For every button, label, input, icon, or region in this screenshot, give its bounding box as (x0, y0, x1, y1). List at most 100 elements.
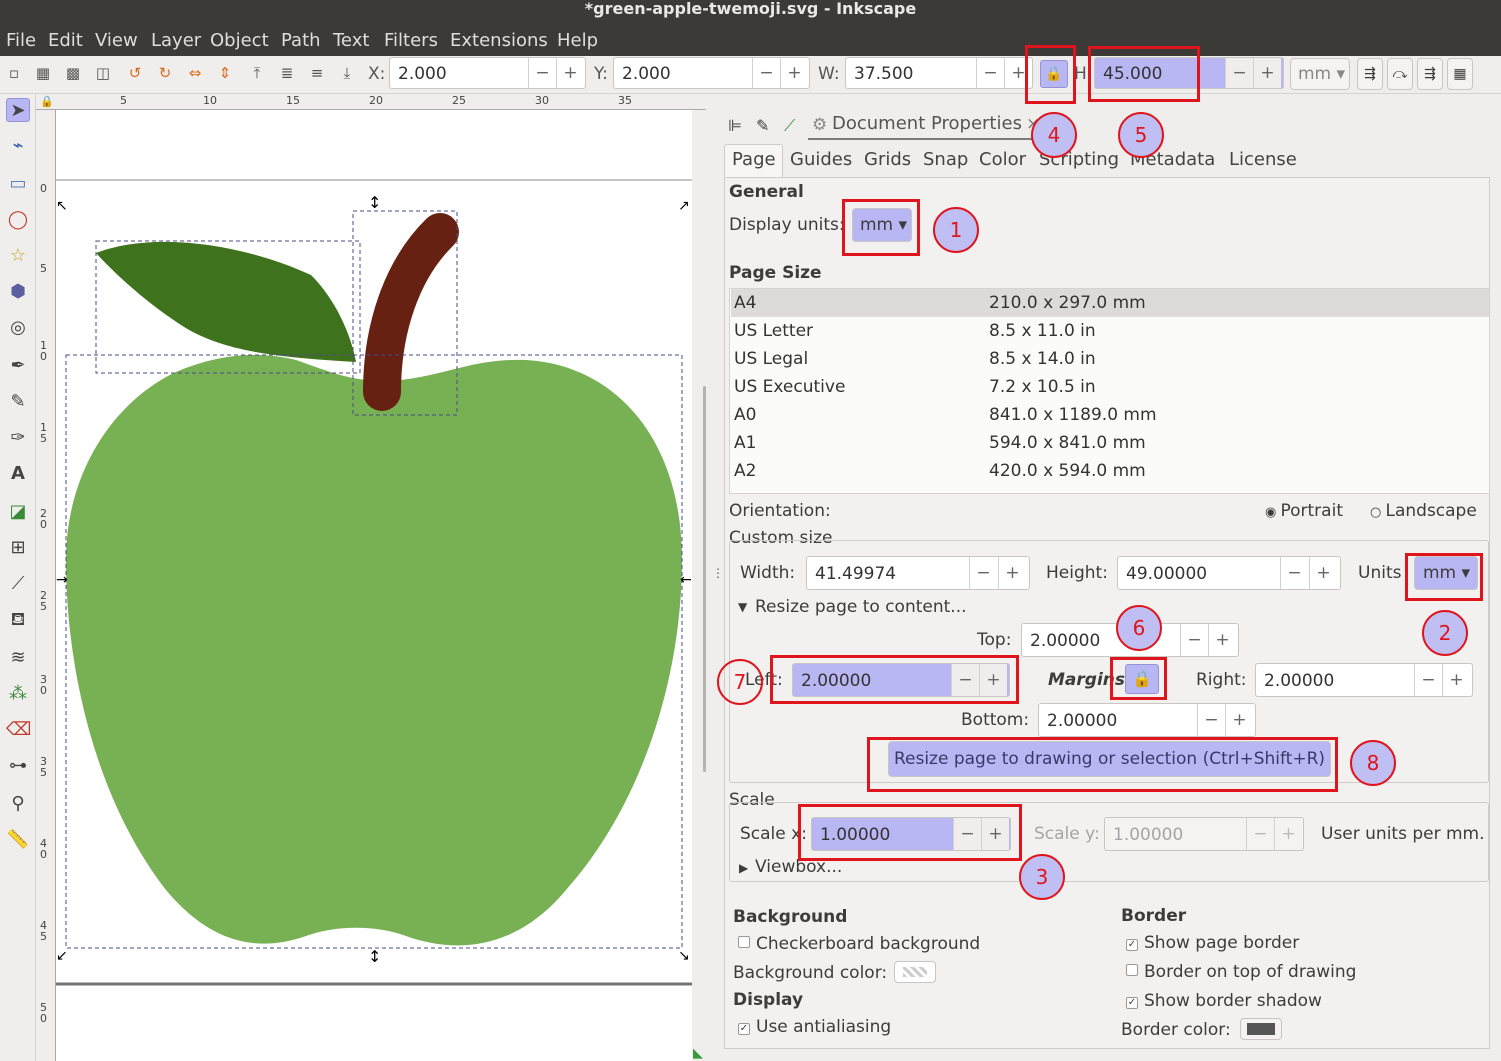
tab-guides[interactable]: Guides (790, 147, 852, 177)
scale-stroke-icon[interactable]: ⇶ (1357, 58, 1383, 90)
right-margin-spinbox[interactable]: 2.00000 − + (1255, 663, 1473, 697)
show-border-checkbox[interactable]: ✓ Show page border (1126, 933, 1299, 953)
landscape-radio[interactable]: ○ Landscape (1370, 501, 1477, 523)
deselect-icon[interactable]: ◫ (94, 64, 112, 82)
vertical-scrollbar[interactable] (692, 110, 706, 1061)
bottom-margin-spinbox[interactable]: 2.00000 − + (1038, 703, 1256, 737)
3d-box-tool-icon[interactable]: ⬢ (6, 280, 30, 304)
resize-expander[interactable]: Resize page to content... (755, 597, 967, 617)
star-tool-icon[interactable]: ☆ (6, 244, 30, 268)
tab-license[interactable]: License (1229, 147, 1297, 177)
y-decrement-button[interactable]: − (752, 58, 780, 88)
text-tool-icon[interactable]: A (6, 462, 30, 486)
select-same-icon[interactable]: ▩ (64, 64, 82, 82)
border-on-top-checkbox[interactable]: Border on top of drawing (1126, 962, 1356, 982)
scale-corners-icon[interactable]: ⤼ (1387, 58, 1413, 90)
list-item[interactable]: A0 841.0 x 1189.0 mm (731, 401, 1489, 429)
height-increment-button[interactable]: + (1309, 557, 1337, 589)
ellipse-tool-icon[interactable]: ◯ (6, 208, 30, 232)
menu-edit[interactable]: Edit (48, 30, 83, 52)
list-item[interactable]: A2 420.0 x 594.0 mm (731, 457, 1489, 485)
raise-to-top-icon[interactable]: ⤒ (248, 64, 266, 82)
menu-object[interactable]: Object (210, 30, 269, 52)
spray-tool-icon[interactable]: ⁂ (6, 682, 30, 706)
list-item[interactable]: A4 210.0 x 297.0 mm (731, 289, 1489, 317)
border-color-button[interactable] (1240, 1018, 1282, 1040)
right-increment-button[interactable]: + (1442, 664, 1470, 696)
viewbox-arrow-icon[interactable]: ▶ (739, 858, 748, 878)
border-shadow-checkbox[interactable]: ✓ Show border shadow (1126, 991, 1322, 1011)
tab-snap[interactable]: Snap (923, 147, 968, 177)
x-increment-button[interactable]: + (556, 58, 584, 88)
right-decrement-button[interactable]: − (1414, 664, 1442, 696)
bottom-increment-button[interactable]: + (1225, 704, 1253, 736)
h-increment-button[interactable]: + (1253, 58, 1281, 88)
height-spinbox[interactable]: 49.00000 − + (1117, 556, 1341, 590)
pencil-tool-icon[interactable]: ✎ (6, 390, 30, 414)
rotate-cw-icon[interactable]: ↻ (156, 64, 174, 82)
fill-stroke-icon[interactable]: ⟋ (784, 116, 795, 136)
ruler-lock-icon[interactable]: 🔒 (40, 95, 54, 109)
menu-help[interactable]: Help (557, 30, 598, 52)
menu-view[interactable]: View (95, 30, 138, 52)
tab-color[interactable]: Color (979, 147, 1026, 177)
top-decrement-button[interactable]: − (1180, 624, 1208, 656)
expander-arrow-icon[interactable]: ▼ (738, 597, 747, 617)
width-increment-button[interactable]: + (998, 557, 1026, 589)
drawing-canvas[interactable]: ↕ ↕ → ← ↖ ↗ ↙ ↘ (56, 110, 692, 1061)
spiral-tool-icon[interactable]: ◎ (6, 316, 30, 340)
pen-tool-icon[interactable]: ✒ (6, 354, 30, 378)
measure-tool-icon[interactable]: 📏 (6, 828, 30, 852)
menu-path[interactable]: Path (281, 30, 321, 52)
tweak-tool-icon[interactable]: ≋ (6, 646, 30, 670)
h-decrement-button[interactable]: − (1225, 58, 1253, 88)
x-decrement-button[interactable]: − (528, 58, 556, 88)
rotate-ccw-icon[interactable]: ↺ (126, 64, 144, 82)
tab-grids[interactable]: Grids (864, 147, 911, 177)
flip-horizontal-icon[interactable]: ⇔ (186, 64, 204, 82)
menu-filters[interactable]: Filters (384, 30, 438, 52)
width-decrement-button[interactable]: − (969, 557, 997, 589)
dropper-tool-icon[interactable]: ⟋ (6, 572, 30, 596)
menu-layer[interactable]: Layer (151, 30, 201, 52)
zoom-tool-icon[interactable]: ⚲ (6, 792, 30, 816)
lower-icon[interactable]: ≡ (308, 64, 326, 82)
y-spinbox[interactable]: 2.000 − + (613, 57, 810, 89)
select-all-layers-icon[interactable]: ▦ (34, 64, 52, 82)
w-decrement-button[interactable]: − (976, 58, 1004, 88)
flip-vertical-icon[interactable]: ⇕ (216, 64, 234, 82)
x-spinbox[interactable]: 2.000 − + (389, 57, 586, 89)
w-spinbox[interactable]: 37.500 − + (845, 57, 1033, 89)
node-tool-icon[interactable]: ⌁ (6, 134, 30, 158)
calligraphy-tool-icon[interactable]: ✑ (6, 426, 30, 450)
raise-icon[interactable]: ≣ (278, 64, 296, 82)
apple-drawing[interactable]: ↕ ↕ → ← ↖ ↗ ↙ ↘ (56, 110, 692, 1061)
panel-splitter[interactable]: ⋮ (706, 94, 724, 1061)
eraser-tool-icon[interactable]: ⌫ (6, 718, 31, 742)
connector-tool-icon[interactable]: ⊶ (6, 754, 30, 778)
width-spinbox[interactable]: 41.49974 − + (806, 556, 1030, 590)
checkerboard-checkbox[interactable]: Checkerboard background (738, 934, 980, 954)
background-color-button[interactable] (894, 961, 936, 983)
list-item[interactable]: US Letter 8.5 x 11.0 in (731, 317, 1489, 345)
top-increment-button[interactable]: + (1208, 624, 1236, 656)
menu-file[interactable]: File (6, 30, 36, 52)
gradient-tool-icon[interactable]: ◪ (6, 500, 30, 524)
dialog-tab[interactable]: ⚙ Document Properties × (808, 110, 1040, 140)
list-item[interactable]: US Legal 8.5 x 14.0 in (731, 345, 1489, 373)
mesh-tool-icon[interactable]: ⊞ (6, 536, 30, 560)
select-all-icon[interactable]: ▫ (5, 64, 23, 82)
toolbar-units-select[interactable]: mm ▾ (1290, 58, 1350, 90)
xml-editor-icon[interactable]: ✎ (756, 116, 769, 135)
menu-text[interactable]: Text (333, 30, 369, 52)
height-decrement-button[interactable]: − (1280, 557, 1308, 589)
tab-page[interactable]: Page (732, 147, 776, 177)
paint-bucket-tool-icon[interactable]: ⛾ (6, 608, 30, 632)
antialias-checkbox[interactable]: ✓ Use antialiasing (738, 1017, 891, 1037)
transform-patterns-icon[interactable]: ▦ (1447, 58, 1473, 90)
bottom-decrement-button[interactable]: − (1197, 704, 1225, 736)
rectangle-tool-icon[interactable]: ▭ (6, 172, 30, 196)
list-item[interactable]: US Executive 7.2 x 10.5 in (731, 373, 1489, 401)
menu-extensions[interactable]: Extensions (450, 30, 548, 52)
transform-gradients-icon[interactable]: ⇶ (1417, 58, 1443, 90)
